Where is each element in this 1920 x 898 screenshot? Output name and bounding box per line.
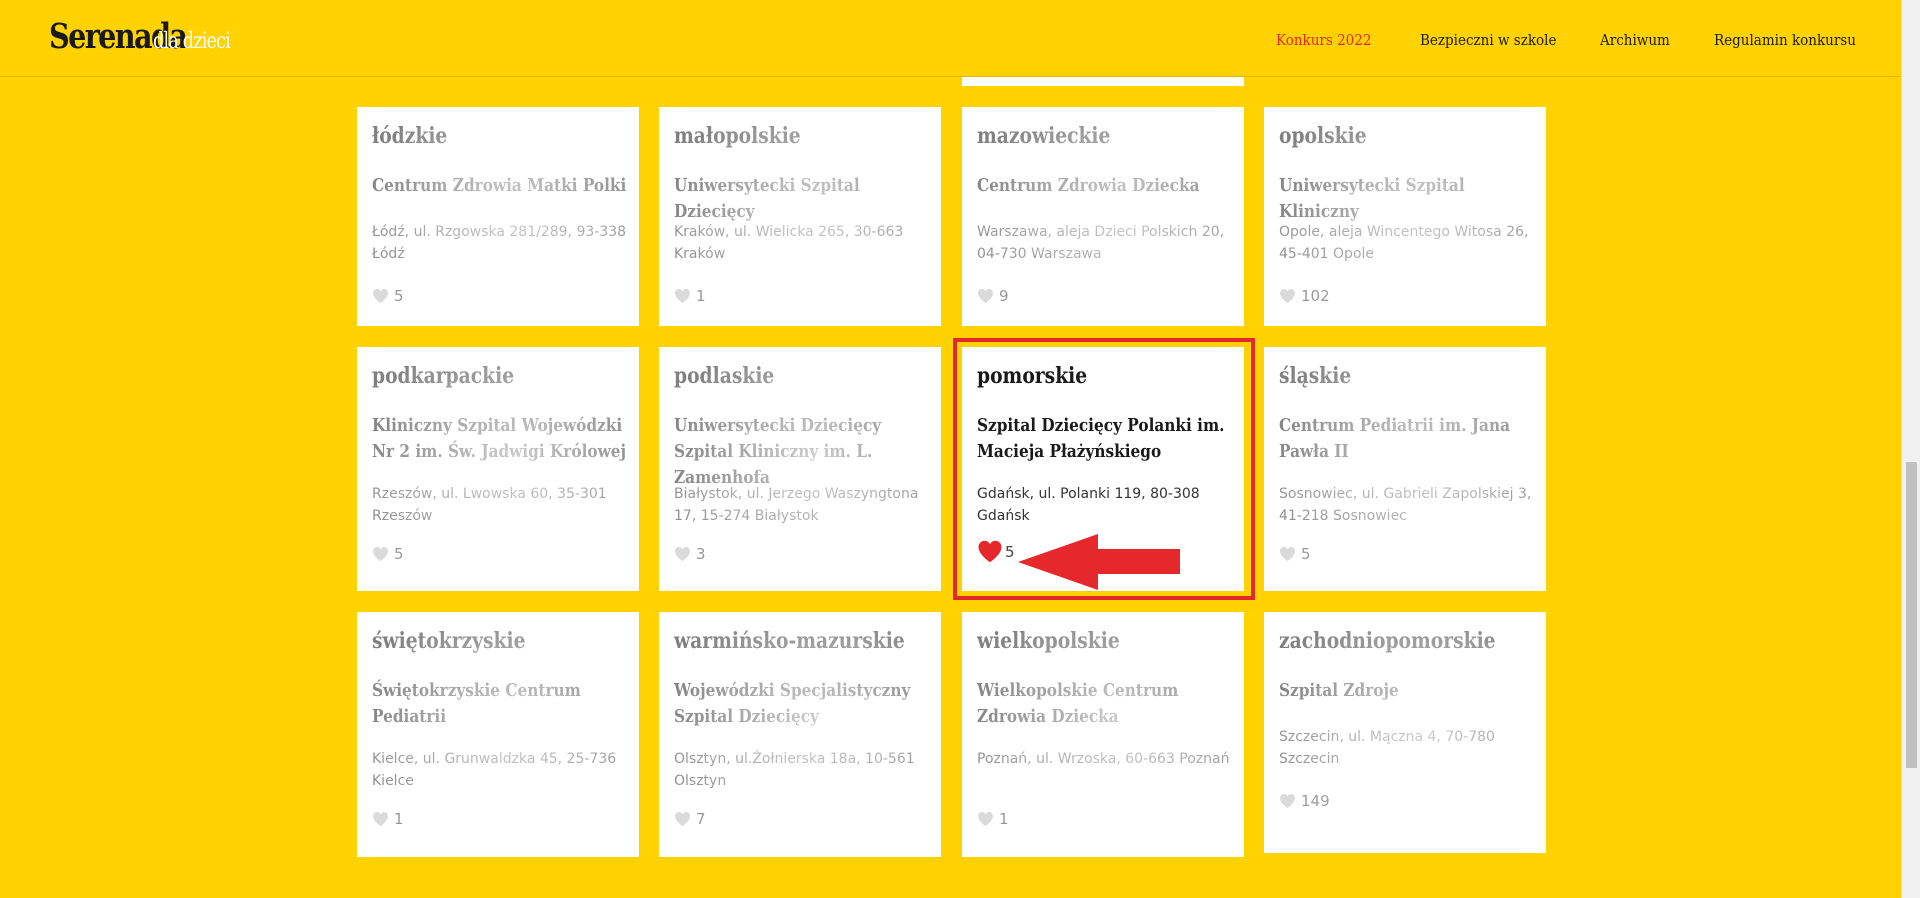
card-region: zachodniopomorskie [1279,628,1496,654]
card-hospital-name: Wojewódzki Specjalistyczny Szpital Dziec… [674,680,911,727]
card-address: Gdańsk, ul. Polanki 119, 80-308 Gdańsk [977,486,1200,524]
nav-konkurs-2022[interactable]: Konkurs 2022 [1276,31,1371,49]
card-address: Sosnowiec, ul. Gabrieli Zapolskiej 3, 41… [1279,486,1532,524]
like-count: 5 [1005,542,1015,561]
card-address: Kielce, ul. Grunwaldzka 45, 25-736 Kielc… [372,751,617,789]
card-address: Białystok, ul. Jerzego Waszyngtona 17, 1… [674,486,919,524]
card-region: mazowieckie [977,123,1111,149]
card-region: świętokrzyskie [372,628,526,654]
card-address: Szczecin, ul. Mączna 4, 70-780 Szczecin [1279,729,1495,767]
like-count: 1 [696,287,706,305]
hospital-card[interactable]: mazowieckie Centrum Zdrowia Dziecka Warsza… [962,107,1244,326]
nav-regulamin-konkursu[interactable]: Regulamin konkursu [1714,31,1856,49]
hospital-card[interactable]: zachodniopomorskie Szpital Zdroje Szczecin… [1264,612,1546,853]
card-region: łódzkie [372,123,448,149]
like-button[interactable]: 1 [372,810,404,828]
card-address: Olsztyn, ul.Żołnierska 18a, 10-561 Olszt… [674,751,915,789]
like-count: 102 [1301,287,1330,305]
like-button[interactable]: 5 [1279,545,1311,563]
card-hospital-name: Uniwersytecki Szpital Kliniczny [1279,175,1465,222]
like-button[interactable]: 1 [977,810,1009,828]
card-region: wielkopolskie [977,628,1120,654]
card-hospital-name: Świętokrzyskie Centrum Pediatrii [372,680,581,727]
card-hospital-name: Szpital Zdroje [1279,680,1399,701]
hospital-card[interactable]: podkarpackie Kliniczny Szpital Wojewódzki… [357,347,639,591]
card-hospital-name: Centrum Zdrowia Matki Polki [372,175,627,196]
card-hospital-name: Uniwersytecki Dziecięcy Szpital Kliniczn… [674,415,882,488]
card-hospital-name: Kliniczny Szpital Wojewódzki Nr 2 im. Św… [372,415,627,462]
heart-icon [977,811,994,827]
hospital-card[interactable]: wielkopolskie Wielkopolskie Centrum Zdrow… [962,612,1244,857]
card-address: Opole, aleja Wincentego Witosa 26, 45-40… [1279,224,1529,262]
card-region: małopolskie [674,123,801,149]
hospital-card[interactable]: łódzkie Centrum Zdrowia Matki Polki Łódź, … [357,107,639,326]
like-button[interactable]: 7 [674,810,706,828]
card-hospital-name: Uniwersytecki Szpital Dziecięcy [674,175,860,222]
hospital-card[interactable]: podlaskie Uniwersytecki Dziecięcy Szpital… [659,347,941,591]
heart-icon [1279,546,1296,562]
hospital-card[interactable]: warmińsko-mazurskie Wojewódzki Specjalist… [659,612,941,857]
card-hospital-name: Centrum Pediatrii im. Jana Pawła II [1279,415,1510,462]
card-hospital-name: Szpital Dziecięcy Polanki im. Macieja Pł… [977,415,1225,462]
like-count: 3 [696,545,706,563]
scrollbar-thumb[interactable] [1906,462,1917,768]
like-button-active[interactable]: 5 [977,539,1015,564]
like-count: 5 [394,545,404,563]
like-count: 1 [999,810,1009,828]
hospital-card[interactable]: pomorskie Szpital Dziecięcy Polanki im. M… [962,347,1244,591]
like-count: 149 [1301,792,1330,810]
hospital-card[interactable]: małopolskie Uniwersytecki Szpital Dziecię… [659,107,941,326]
heart-icon [674,811,691,827]
card-region: pomorskie [977,363,1088,389]
card-region: opolskie [1279,123,1367,149]
card-address: Łódź, ul. Rzgowska 281/289, 93-338 Łódź [372,224,627,262]
like-button[interactable]: 149 [1279,792,1330,810]
like-count: 7 [696,810,706,828]
hospital-card[interactable]: świętokrzyskie Świętokrzyskie Centrum Ped… [357,612,639,857]
like-button[interactable]: 102 [1279,287,1330,305]
card-address: Poznań, ul. Wrzoska, 60-663 Poznań [977,751,1230,767]
like-count: 5 [1301,545,1311,563]
card-hospital-name: Wielkopolskie Centrum Zdrowia Dziecka [977,680,1179,727]
heart-icon [977,539,1003,564]
heart-icon [1279,793,1296,809]
like-button[interactable]: 5 [372,545,404,563]
site-header: Serenada dla dzieci Konkurs 2022 Bezpiec… [0,0,1900,77]
like-button[interactable]: 5 [372,287,404,305]
heart-icon [372,288,389,304]
heart-icon [674,546,691,562]
like-button[interactable]: 3 [674,545,706,563]
like-count: 1 [394,810,404,828]
hospital-card[interactable]: opolskie Uniwersytecki Szpital Kliniczny O… [1264,107,1546,326]
card-region: podkarpackie [372,363,515,389]
page-scrollbar[interactable] [1901,0,1920,898]
card-hospital-name: Centrum Zdrowia Dziecka [977,175,1200,196]
like-button[interactable]: 9 [977,287,1009,305]
nav-bezpieczni-w-szkole[interactable]: Bezpieczni w szkole [1420,31,1556,49]
heart-icon [372,546,389,562]
card-address: Kraków, ul. Wielicka 265, 30-663 Kraków [674,224,904,262]
like-count: 5 [394,287,404,305]
heart-icon [372,811,389,827]
card-region: śląskie [1279,363,1352,389]
card-address: Rzeszów, ul. Lwowska 60, 35-301 Rzeszów [372,486,607,524]
heart-icon [977,288,994,304]
nav-archiwum[interactable]: Archiwum [1600,31,1670,49]
card-address: Warszawa, aleja Dzieci Polskich 20, 04-7… [977,224,1225,262]
card-region: warmińsko-mazurskie [674,628,905,654]
heart-icon [674,288,691,304]
main-nav: Konkurs 2022 Bezpieczni w szkole Archiwu… [0,31,1900,53]
like-button[interactable]: 1 [674,287,706,305]
hospital-card[interactable]: śląskie Centrum Pediatrii im. Jana Pawła … [1264,347,1546,591]
card-region: podlaskie [674,363,775,389]
like-count: 9 [999,287,1009,305]
heart-icon [1279,288,1296,304]
